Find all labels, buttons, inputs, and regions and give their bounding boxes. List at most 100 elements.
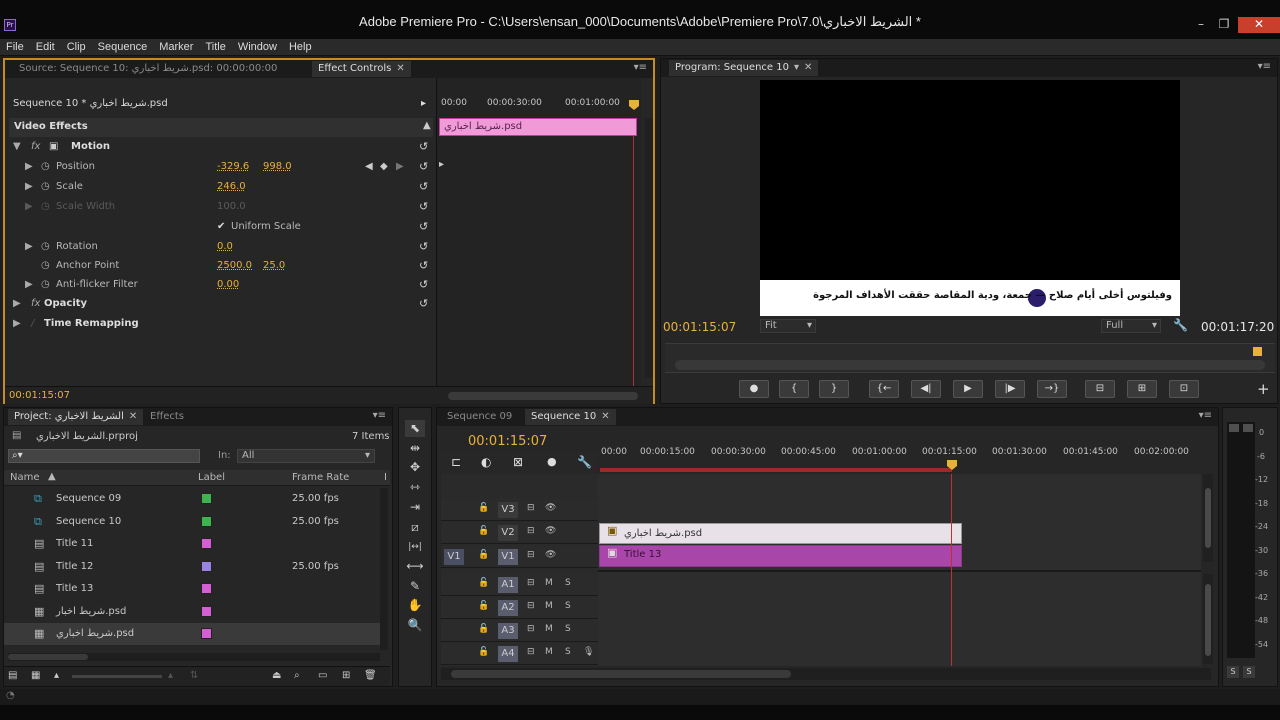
track-target-v1[interactable]: V1 xyxy=(498,549,518,565)
playhead-icon[interactable] xyxy=(629,100,639,110)
play-button[interactable]: ▶ xyxy=(953,380,983,398)
column-frame-rate[interactable]: Frame Rate xyxy=(292,472,349,483)
menu-clip[interactable]: Clip xyxy=(61,39,92,55)
effect-row-anchor-point[interactable]: ◷ Anchor Point 2500.0 25.0 ↺ xyxy=(5,256,433,276)
mute-icon[interactable]: M xyxy=(545,578,553,588)
effect-row-rotation[interactable]: ▶ ◷ Rotation 0.0 ↺ xyxy=(5,237,433,257)
effect-row-anti-flicker[interactable]: ▶ ◷ Anti-flicker Filter 0.00 ↺ xyxy=(5,275,433,295)
fx-toggle-icon[interactable]: fx xyxy=(31,137,40,157)
eye-icon[interactable]: 👁 xyxy=(545,526,556,536)
column-media-start[interactable]: I xyxy=(384,472,387,483)
sort-icon[interactable]: ⇅ xyxy=(190,670,198,681)
disclosure-icon[interactable]: ▶ xyxy=(25,275,33,295)
sync-lock-icon[interactable]: ⊟ xyxy=(527,624,535,634)
motion-transform-icon[interactable]: ▣ xyxy=(49,137,58,157)
vertical-scrollbar[interactable] xyxy=(380,488,388,650)
eye-icon[interactable]: 👁 xyxy=(545,503,556,513)
disclosure-icon[interactable]: ▶ xyxy=(13,314,21,334)
prev-keyframe-icon[interactable]: ◀ xyxy=(365,157,373,177)
project-item[interactable]: ▤ Title 13 xyxy=(4,578,380,600)
icon-view-icon[interactable]: ▦ xyxy=(31,670,40,681)
add-marker-icon[interactable]: ● xyxy=(547,455,557,468)
lock-icon[interactable]: 🔓 xyxy=(478,503,489,513)
reset-icon[interactable]: ↺ xyxy=(419,157,428,177)
project-item[interactable]: ▦ شريط اخبار.psd xyxy=(4,601,380,623)
menu-title[interactable]: Title xyxy=(199,39,231,55)
eye-icon[interactable]: 👁 xyxy=(545,550,556,560)
automate-to-sequence-icon[interactable]: ⏏ xyxy=(272,670,281,681)
label-color-swatch[interactable] xyxy=(201,628,212,639)
panel-menu-icon[interactable]: ▾≡ xyxy=(1199,410,1212,421)
track-target-a3[interactable]: A3 xyxy=(498,623,518,639)
menu-window[interactable]: Window xyxy=(232,39,283,55)
selection-tool-icon[interactable]: ⬉ xyxy=(405,420,425,437)
track-target-a2[interactable]: A2 xyxy=(498,600,518,616)
anchor-y-value[interactable]: 25.0 xyxy=(263,256,285,276)
zoom-select[interactable]: Fit ▾ xyxy=(760,319,816,333)
slide-tool-icon[interactable]: ⟷ xyxy=(405,558,425,575)
program-zoom-bar[interactable] xyxy=(675,360,1265,370)
step-back-button[interactable]: ◀| xyxy=(911,380,941,398)
tab-effect-controls[interactable]: Effect Controls ✕ xyxy=(312,61,411,77)
close-tab-icon[interactable]: ✕ xyxy=(129,411,137,422)
trash-icon[interactable]: 🗑 xyxy=(364,670,377,681)
tab-sequence-10[interactable]: Sequence 10 ✕ xyxy=(525,409,616,425)
reset-icon[interactable]: ↺ xyxy=(419,217,428,237)
hand-tool-icon[interactable]: ✋ xyxy=(405,597,425,614)
linked-selection-icon[interactable]: ◐ xyxy=(481,455,491,469)
close-tab-icon[interactable]: ✕ xyxy=(396,63,404,74)
horizontal-scrollbar[interactable] xyxy=(8,653,380,661)
mark-out-button[interactable]: } xyxy=(819,380,849,398)
fx-toggle-icon[interactable]: fx xyxy=(31,294,40,314)
add-keyframe-icon[interactable]: ◆ xyxy=(380,157,388,177)
fx-toggle-icon[interactable]: / xyxy=(31,314,34,334)
dropdown-icon[interactable]: ▾ xyxy=(794,62,799,73)
lift-button[interactable]: ⊟ xyxy=(1085,380,1115,398)
new-item-icon[interactable]: ⊞ xyxy=(342,670,350,681)
audio-tracks-scrollbar[interactable] xyxy=(1203,574,1213,664)
in-filter-select[interactable]: All ▾ xyxy=(237,449,375,463)
effect-row-uniform-scale[interactable]: ✔ Uniform Scale ↺ xyxy=(5,217,433,237)
sync-lock-icon[interactable]: ⊟ xyxy=(527,550,535,560)
track-target-a4[interactable]: A4 xyxy=(498,646,518,662)
keyframe-nav-icon[interactable]: ▸ xyxy=(439,159,444,170)
list-view-icon[interactable]: ▤ xyxy=(8,670,17,681)
close-tab-icon[interactable]: ✕ xyxy=(601,411,609,422)
reset-icon[interactable]: ↺ xyxy=(419,294,428,314)
program-timecode-playhead[interactable]: 00:01:15:07 xyxy=(663,320,736,334)
sync-lock-icon[interactable]: ⊟ xyxy=(527,526,535,536)
tab-source[interactable]: Source: Sequence 10: شريط اخباري.psd: 00… xyxy=(13,61,283,77)
go-to-out-button[interactable]: →} xyxy=(1037,380,1067,398)
mute-icon[interactable]: M xyxy=(545,624,553,634)
extract-button[interactable]: ⊞ xyxy=(1127,380,1157,398)
scale-value[interactable]: 246.0 xyxy=(217,177,246,197)
solo-icon[interactable]: S xyxy=(565,578,571,588)
find-icon[interactable]: ⌕ xyxy=(294,670,300,681)
reset-icon[interactable]: ↺ xyxy=(419,237,428,257)
label-color-swatch[interactable] xyxy=(201,560,212,572)
ripple-edit-tool-icon[interactable]: ✥ xyxy=(405,459,425,476)
reset-icon[interactable]: ↺ xyxy=(419,275,428,295)
lock-icon[interactable]: 🔓 xyxy=(478,601,489,611)
solo-left-button[interactable]: S xyxy=(1227,666,1239,678)
work-area-bar[interactable] xyxy=(600,468,952,472)
stopwatch-icon[interactable]: ◷ xyxy=(41,177,50,197)
maximize-button[interactable]: ❐ xyxy=(1210,17,1238,33)
project-item[interactable]: ⧉ Sequence 10 25.00 fps xyxy=(4,511,380,533)
project-item[interactable]: ⧉ Sequence 09 25.00 fps xyxy=(4,488,380,510)
quality-select[interactable]: Full ▾ xyxy=(1101,319,1161,333)
effect-row-motion[interactable]: ▼ fx ▣ Motion ↺ xyxy=(5,137,433,157)
disclosure-open-icon[interactable]: ▼ xyxy=(13,137,21,157)
sync-lock-icon[interactable]: ⊟ xyxy=(527,578,535,588)
timeline-timecode[interactable]: 00:01:15:07 xyxy=(468,434,547,449)
slip-tool-icon[interactable]: |↔| xyxy=(405,539,425,556)
razor-tool-icon[interactable]: ⧄ xyxy=(405,519,425,536)
panel-menu-icon[interactable]: ▾≡ xyxy=(373,410,386,421)
effect-controls-timecode[interactable]: 00:01:15:07 xyxy=(9,390,70,401)
zoom-in-icon[interactable]: ▴ xyxy=(168,670,173,681)
anti-flicker-value[interactable]: 0.00 xyxy=(217,275,239,295)
disclosure-icon[interactable]: ▶ xyxy=(25,177,33,197)
menu-sequence[interactable]: Sequence xyxy=(92,39,154,55)
sync-lock-icon[interactable]: ⊟ xyxy=(527,601,535,611)
clip-v1[interactable]: Title 13 xyxy=(599,545,962,567)
